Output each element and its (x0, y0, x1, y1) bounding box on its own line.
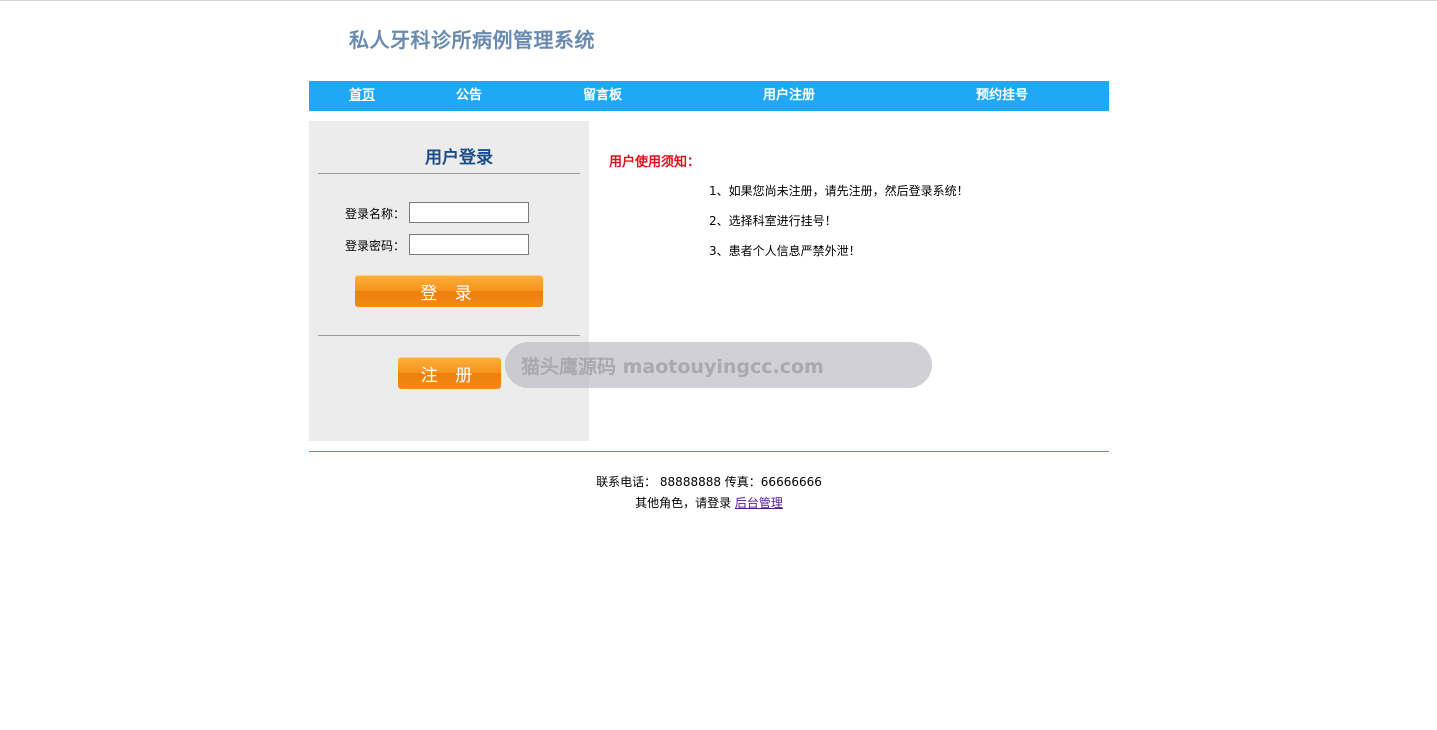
top-border (0, 0, 1437, 1)
username-input[interactable] (409, 202, 529, 223)
login-button[interactable]: 登 录 (355, 275, 543, 307)
notice-item: 2、选择科室进行挂号！ (709, 214, 837, 228)
nav-user-register[interactable]: 用户注册 (763, 81, 815, 111)
login-divider-top (318, 173, 580, 174)
admin-login-link[interactable]: 后台管理 (735, 496, 783, 510)
site-title: 私人牙科诊所病例管理系统 (349, 28, 595, 52)
notice-item: 3、患者个人信息严禁外泄！ (709, 244, 861, 258)
notice-title: 用户使用须知： (609, 155, 701, 170)
notice-item: 1、如果您尚未注册，请先注册，然后登录系统！ (709, 184, 969, 198)
password-input[interactable] (409, 234, 529, 255)
main-nav: 首页 公告 留言板 用户注册 预约挂号 (309, 81, 1109, 111)
password-label: 登录密码： (345, 239, 406, 253)
login-divider-bottom (318, 335, 580, 336)
nav-home[interactable]: 首页 (349, 81, 375, 111)
username-label: 登录名称： (345, 207, 406, 221)
login-panel: 用户登录 登录名称： 登录密码： 登 录 注 册 (309, 121, 589, 441)
footer-divider (309, 451, 1109, 452)
login-title: 用户登录 (425, 148, 493, 168)
other-roles-text: 其他角色，请登录 (635, 496, 735, 510)
nav-message-board[interactable]: 留言板 (583, 81, 622, 111)
register-button[interactable]: 注 册 (398, 357, 501, 389)
footer-contact: 联系电话： 88888888 传真：66666666 (596, 475, 822, 489)
nav-appointment[interactable]: 预约挂号 (976, 81, 1028, 111)
footer-other-roles: 其他角色，请登录 后台管理 (309, 494, 1109, 511)
watermark-text: 猫头鹰源码 maotouyingcc.com (521, 356, 824, 378)
nav-announcements[interactable]: 公告 (456, 81, 482, 111)
watermark: 猫头鹰源码 maotouyingcc.com (505, 342, 932, 388)
